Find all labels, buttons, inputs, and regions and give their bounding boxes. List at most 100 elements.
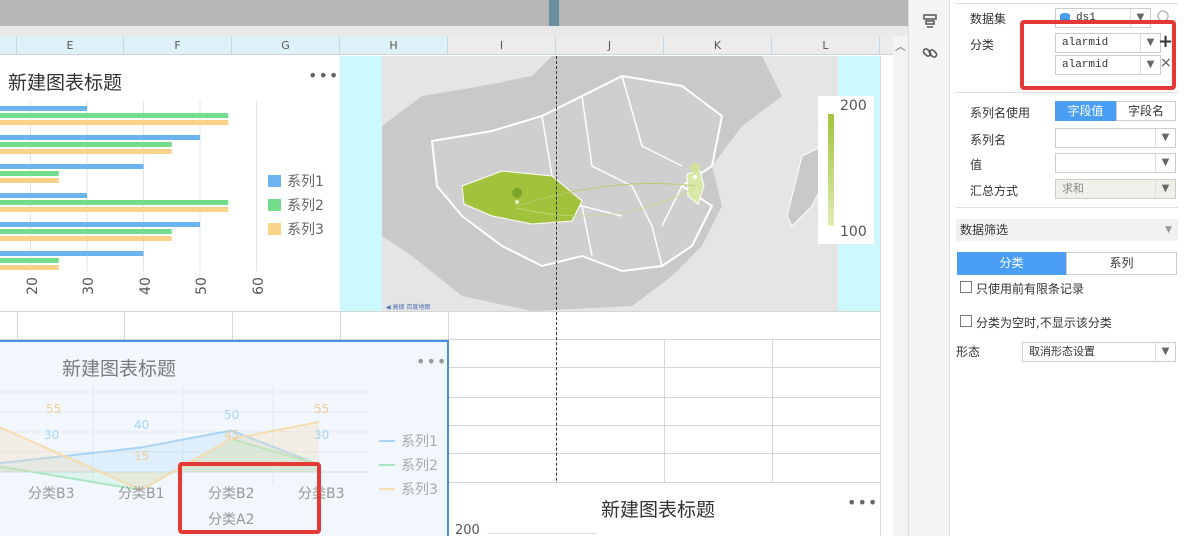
highlight-annotation-box xyxy=(178,462,321,534)
bottom-chart-more-icon[interactable]: ••• xyxy=(847,493,878,512)
bar-mark[interactable] xyxy=(0,106,87,111)
column-header-i[interactable]: I xyxy=(448,36,556,55)
hide-empty-category-label: 分类为空时,不显示该分类 xyxy=(976,316,1112,330)
chevron-down-icon[interactable]: ▼ xyxy=(1155,343,1175,361)
shape-value: 取消形态设置 xyxy=(1029,345,1095,358)
bottom-chart-widget[interactable]: 新建图表标题 ••• 200 xyxy=(449,483,880,536)
panel-top-border xyxy=(956,0,1178,4)
chevron-down-icon[interactable]: ▼ xyxy=(1155,180,1175,198)
top-toolbar-strip xyxy=(0,0,908,26)
bar-mark[interactable] xyxy=(0,164,144,169)
seg-field-value[interactable]: 字段值 xyxy=(1055,101,1116,121)
line-data-label: 30 xyxy=(314,428,330,442)
scroll-up-icon[interactable]: ︿ xyxy=(895,38,906,54)
series-name-select[interactable]: ▼ xyxy=(1055,128,1176,148)
bar-chart-widget[interactable]: 新建图表标题 ••• 20 30 40 50 60 系列1 系列2 系列3 xyxy=(0,56,340,311)
line-legend-item-3[interactable]: 系列3 xyxy=(379,479,438,499)
chevron-down-icon[interactable]: ▼ xyxy=(1165,219,1172,241)
column-header-h[interactable]: H xyxy=(340,36,448,55)
line-legend-label-1: 系列1 xyxy=(401,434,438,450)
bar-mark[interactable] xyxy=(0,135,200,140)
bar-mark[interactable] xyxy=(0,113,229,118)
bar-legend-item-3[interactable]: 系列3 xyxy=(268,219,324,239)
chevron-down-icon[interactable]: ▼ xyxy=(1155,154,1175,172)
grid-line xyxy=(17,311,18,340)
bar-mark[interactable] xyxy=(0,200,229,205)
legend-swatch xyxy=(268,223,281,235)
bar-mark[interactable] xyxy=(0,229,172,234)
line-data-label: 40 xyxy=(134,418,150,432)
bar-mark[interactable] xyxy=(0,193,87,198)
line-data-label: 30 xyxy=(44,428,60,442)
bar-mark[interactable] xyxy=(0,178,59,183)
legend-swatch xyxy=(268,199,281,211)
seg-field-name[interactable]: 字段名 xyxy=(1116,101,1176,121)
bar-mark[interactable] xyxy=(0,258,59,263)
line-legend-label-2: 系列2 xyxy=(401,458,438,474)
bar-mark[interactable] xyxy=(0,222,200,227)
link-icon[interactable] xyxy=(921,44,939,62)
panel-divider xyxy=(956,207,1178,208)
line-legend-label-3: 系列3 xyxy=(401,482,438,498)
bar-x-tick-label: 40 xyxy=(137,277,154,295)
bar-legend-label-2: 系列2 xyxy=(287,198,324,214)
line-legend-item-1[interactable]: 系列1 xyxy=(379,431,438,451)
bar-mark[interactable] xyxy=(0,142,172,147)
line-data-label: 50 xyxy=(224,408,240,422)
summary-select[interactable]: 求和 ▼ xyxy=(1055,179,1176,199)
grid-line xyxy=(772,339,773,482)
map-legend-max: 200 xyxy=(840,98,867,114)
limit-records-checkbox[interactable] xyxy=(960,281,972,293)
bar-mark[interactable] xyxy=(0,120,229,125)
column-header-j[interactable]: J xyxy=(556,36,664,55)
shape-select[interactable]: 取消形态设置 ▼ xyxy=(1022,342,1176,362)
filter-tab-category[interactable]: 分类 xyxy=(957,252,1066,275)
line-category-label: 分类B3 xyxy=(28,486,75,502)
side-toolbar xyxy=(908,0,950,536)
column-header-l[interactable]: L xyxy=(772,36,880,55)
vertical-scrollbar[interactable]: ︿ xyxy=(893,36,908,536)
data-filter-section[interactable]: 数据筛选 ▼ xyxy=(956,219,1178,241)
bar-legend-item-2[interactable]: 系列2 xyxy=(268,195,324,215)
map-widget[interactable]: ◀ 高德 百度地图 xyxy=(340,56,880,311)
line-data-label: 55 xyxy=(314,402,330,416)
bar-mark[interactable] xyxy=(0,265,59,270)
grid-line xyxy=(664,339,665,482)
map-attribution: ◀ 高德 百度地图 xyxy=(386,303,430,311)
bar-mark[interactable] xyxy=(0,251,144,256)
data-filter-label: 数据筛选 xyxy=(960,223,1009,237)
chevron-down-icon[interactable]: ▼ xyxy=(1155,129,1175,147)
line-data-label: 15 xyxy=(134,449,150,463)
map-visual-legend[interactable]: 200 100 xyxy=(818,96,874,244)
bar-legend-item-1[interactable]: 系列1 xyxy=(268,171,324,191)
map-viewport[interactable]: ◀ 高德 百度地图 xyxy=(382,56,838,311)
column-header-prev[interactable] xyxy=(0,36,17,55)
summary-label: 汇总方式 xyxy=(970,184,1019,198)
map-svg: ◀ 高德 百度地图 xyxy=(382,56,838,311)
report-canvas[interactable]: E F G H I J K L 新建图表标题 ••• 20 30 40 50 60 系列… xyxy=(0,0,908,536)
column-header-f[interactable]: F xyxy=(124,36,232,55)
layers-icon[interactable] xyxy=(921,12,939,30)
series-name-use-label: 系列名使用 xyxy=(970,106,1031,120)
chart-property-panel: 数据集 ds1 ▼ 分类 alarmid ▼ + alarmid ▼ × 系列名… xyxy=(950,0,1196,536)
shape-label: 形态 xyxy=(956,345,981,359)
column-header-e[interactable]: E xyxy=(17,36,124,55)
legend-line-swatch xyxy=(379,488,395,490)
panel-divider xyxy=(956,92,1178,93)
grid-line xyxy=(232,311,233,340)
bar-mark[interactable] xyxy=(0,236,172,241)
map-legend-min: 100 xyxy=(840,224,867,240)
filter-tab-series[interactable]: 系列 xyxy=(1066,252,1177,275)
bar-x-tick-label: 20 xyxy=(24,277,41,295)
bar-mark[interactable] xyxy=(0,149,172,154)
bar-x-tick-label: 30 xyxy=(80,277,97,295)
bar-mark[interactable] xyxy=(0,171,59,176)
hide-empty-category-checkbox[interactable] xyxy=(960,315,972,327)
line-legend-item-2[interactable]: 系列2 xyxy=(379,455,438,475)
value-select[interactable]: ▼ xyxy=(1055,153,1176,173)
column-header-k[interactable]: K xyxy=(664,36,772,55)
column-header-g[interactable]: G xyxy=(232,36,340,55)
limit-records-label: 只使用前有限条记录 xyxy=(976,282,1085,296)
bar-mark[interactable] xyxy=(0,207,229,212)
dataset-label: 数据集 xyxy=(970,12,1007,26)
